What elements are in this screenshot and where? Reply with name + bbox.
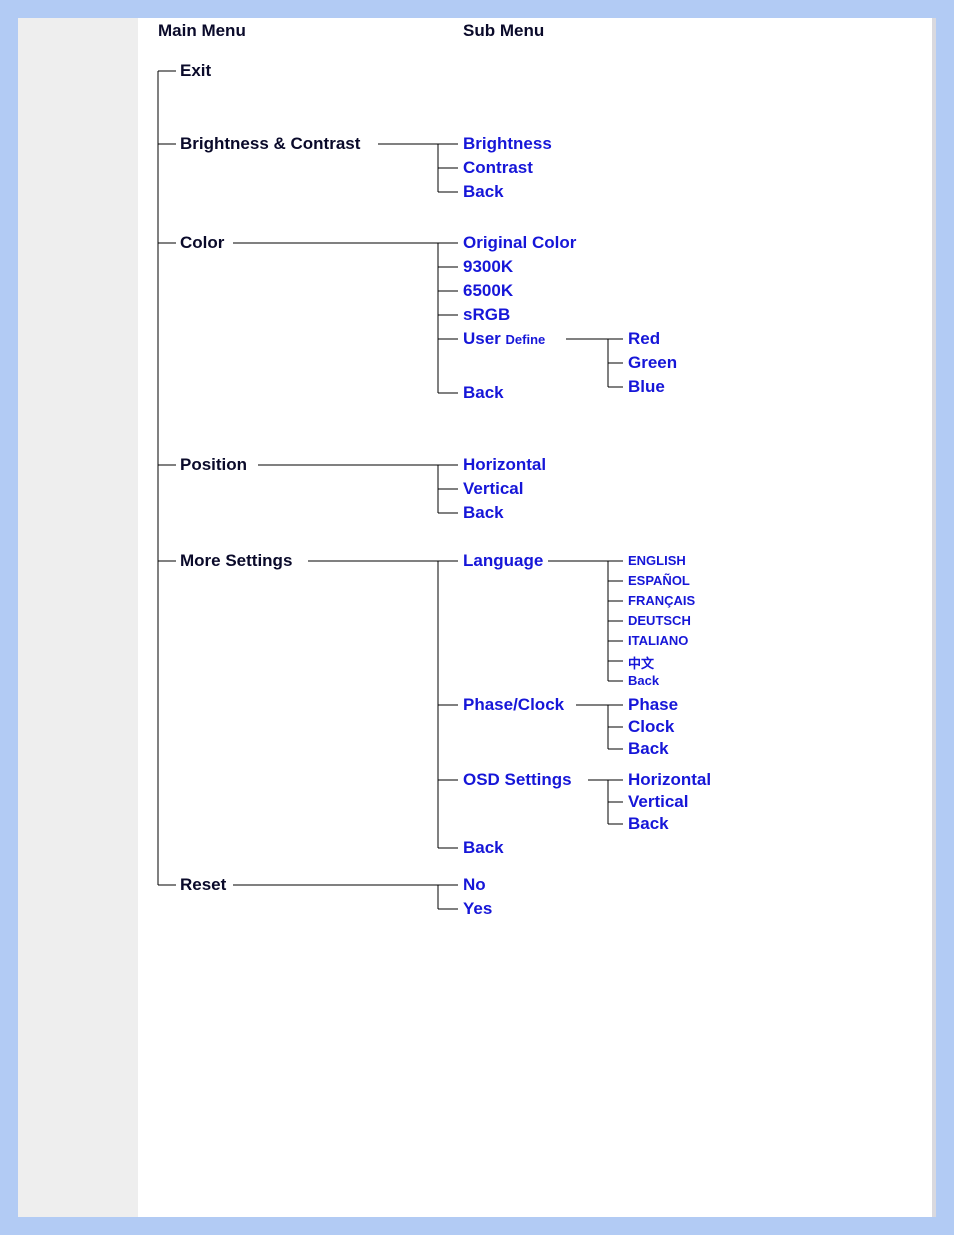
sub-osd-settings: OSD Settings [463, 770, 572, 790]
sub-6500k: 6500K [463, 281, 513, 301]
sub-green: Green [628, 353, 677, 373]
reset-no: No [463, 875, 486, 895]
osd-vertical: Vertical [628, 792, 689, 812]
header-main-menu: Main Menu [158, 21, 246, 41]
menu-more-settings: More Settings [180, 551, 292, 571]
lang-chinese: 中文 [628, 653, 654, 672]
sub-contrast: Contrast [463, 158, 533, 178]
lang-english: ENGLISH [628, 553, 686, 568]
sub-blue: Blue [628, 377, 665, 397]
sub-user-label: User [463, 329, 501, 348]
sub-user-define: User Define [463, 329, 545, 349]
sub-vertical-pos: Vertical [463, 479, 524, 499]
reset-yes: Yes [463, 899, 492, 919]
menu-exit: Exit [180, 61, 211, 81]
menu-brightness-contrast: Brightness & Contrast [180, 134, 360, 154]
lang-espanol: ESPAÑOL [628, 573, 690, 588]
page-sheet: Main Menu Sub Menu Exit Brightness & Con… [18, 18, 936, 1217]
sub-srgb: sRGB [463, 305, 510, 325]
lang-back: Back [628, 673, 659, 688]
lang-deutsch: DEUTSCH [628, 613, 691, 628]
sub-horizontal-pos: Horizontal [463, 455, 546, 475]
osd-horizontal: Horizontal [628, 770, 711, 790]
sub-back-more: Back [463, 838, 504, 858]
sub-9300k: 9300K [463, 257, 513, 277]
sub-define-label: Define [506, 332, 546, 347]
menu-reset: Reset [180, 875, 226, 895]
lang-francais: FRANÇAIS [628, 593, 695, 608]
sub-back-pos: Back [463, 503, 504, 523]
pc-clock: Clock [628, 717, 674, 737]
sub-brightness: Brightness [463, 134, 552, 154]
sub-original-color: Original Color [463, 233, 576, 253]
sub-red: Red [628, 329, 660, 349]
pc-phase: Phase [628, 695, 678, 715]
sub-back-color: Back [463, 383, 504, 403]
header-sub-menu: Sub Menu [463, 21, 544, 41]
sub-back-bc: Back [463, 182, 504, 202]
sub-phase-clock: Phase/Clock [463, 695, 564, 715]
menu-position: Position [180, 455, 247, 475]
pc-back: Back [628, 739, 669, 759]
sub-language: Language [463, 551, 543, 571]
lang-italiano: ITALIANO [628, 633, 688, 648]
menu-color: Color [180, 233, 224, 253]
osd-back: Back [628, 814, 669, 834]
